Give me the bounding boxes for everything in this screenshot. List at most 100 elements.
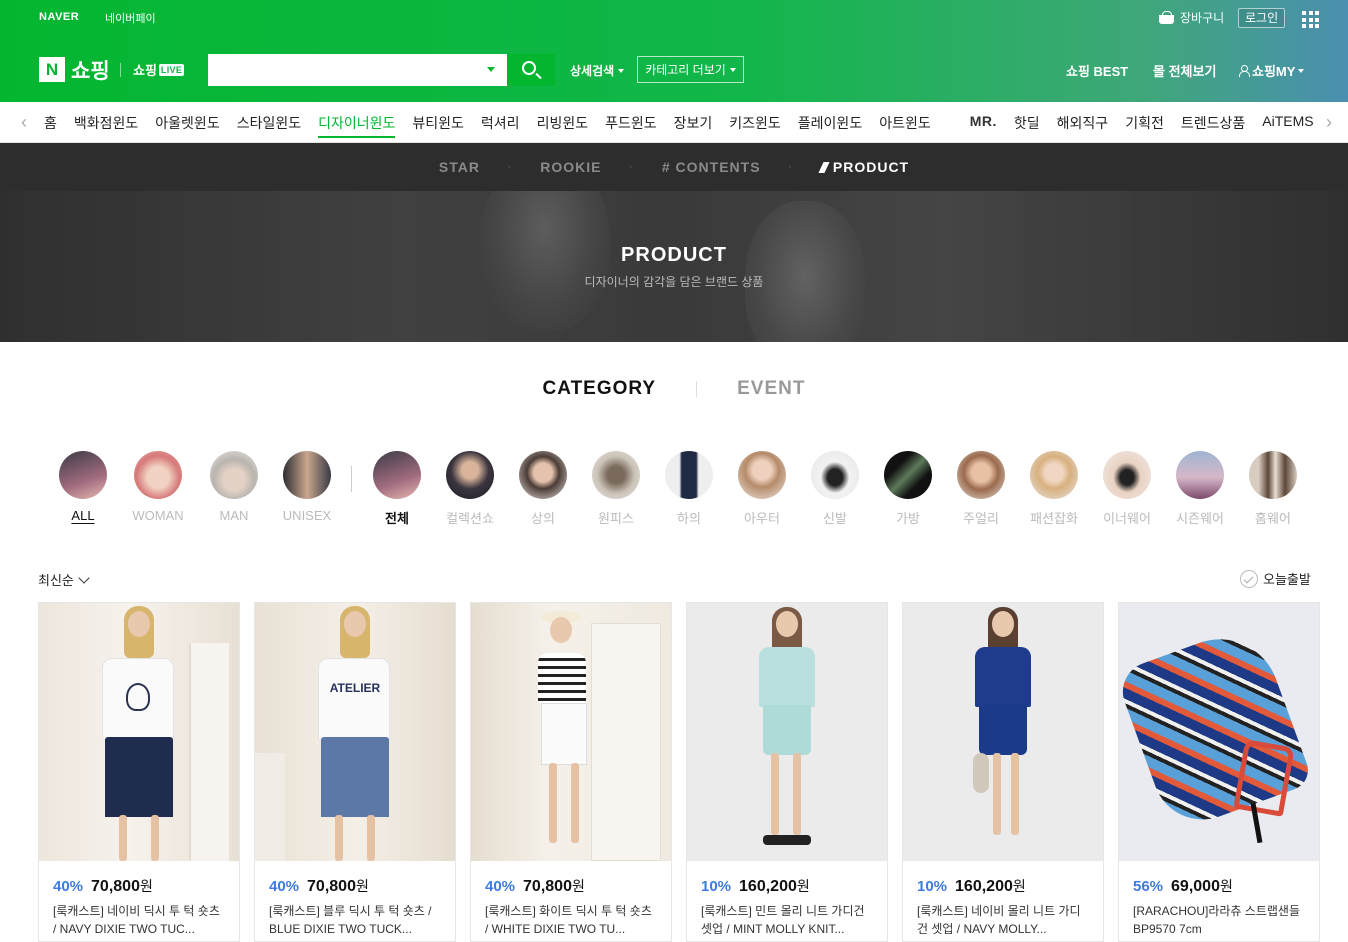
subnav-rookie[interactable]: ROOKIE [512,159,629,175]
product-card[interactable]: 40% 70,800원 [룩캐스트] 네이비 딕시 투 턱 숏츠 / NAVY … [38,602,240,942]
menu-next-icon[interactable]: › [1322,113,1336,131]
menu-item-promotion[interactable]: 기획전 [1125,113,1164,138]
category-all[interactable]: 전체 [367,451,427,527]
subnav-product-label: PRODUCT [832,159,910,175]
category-label: 전체 [385,511,409,526]
cart-link[interactable]: 장바구니 [1158,9,1224,26]
product-name[interactable]: [룩캐스트] 블루 딕시 투 턱 숏츠 / BLUE DIXIE TWO TUC… [269,902,441,938]
category-label: 패션잡화 [1030,511,1078,526]
category-dresses[interactable]: 원피스 [586,451,646,527]
today-shipping-filter[interactable]: 오늘출발 [1240,569,1311,588]
product-name[interactable]: [RARACHOU]라라츄 스트랩샌들 BP9570 7cm [1133,902,1305,938]
product-price: 70,800원 [91,878,153,895]
menu-item-mr[interactable]: MR. [970,113,997,138]
menu-item-outlet[interactable]: 아울렛윈도 [155,113,219,138]
category-shoes[interactable]: 신발 [805,451,865,527]
menu-item-kids[interactable]: 키즈윈도 [729,113,781,138]
category-bags[interactable]: 가방 [878,451,938,527]
category-more-button[interactable]: 카테고리 더보기 [637,56,744,83]
category-collection-show[interactable]: 컬렉션쇼 [440,451,500,527]
menu-item-overseas[interactable]: 해외직구 [1057,113,1109,138]
product-name[interactable]: [룩캐스트] 네이비 딕시 투 턱 숏츠 / NAVY DIXIE TWO TU… [53,902,225,938]
menu-item-food[interactable]: 푸드윈도 [605,113,657,138]
sort-dropdown[interactable]: 최신순 [38,570,90,589]
product-card[interactable]: 10% 160,200원 [룩캐스트] 민트 몰리 니트 가디건 셋업 / MI… [686,602,888,942]
shopping-best-link[interactable]: 쇼핑 BEST [1066,61,1128,80]
subnav-contents[interactable]: # CONTENTS [634,159,789,175]
live-logo-text: 쇼핑 [133,63,157,78]
discount-rate: 56% [1133,878,1164,895]
category-bottoms[interactable]: 하의 [659,451,719,527]
product-card[interactable]: 10% 160,200원 [룩캐스트] 네이비 몰리 니트 가디건 셋업 / N… [902,602,1104,942]
category-homewear[interactable]: 홈웨어 [1243,451,1303,527]
category-more-label: 카테고리 더보기 [645,63,726,77]
category-outerwear[interactable]: 아우터 [732,451,792,527]
filter-unisex[interactable]: UNISEX [277,451,337,523]
menu-item-aitems[interactable]: AiTEMS [1262,113,1313,138]
category-accessories[interactable]: 패션잡화 [1024,451,1084,527]
subnav-star[interactable]: STAR [411,159,508,175]
autocomplete-toggle-icon[interactable] [487,67,495,72]
product-name[interactable]: [룩캐스트] 화이트 딕시 투 턱 숏츠 / WHITE DIXIE TWO T… [485,902,657,938]
category-label: 상의 [531,511,555,526]
product-card[interactable]: 40% 70,800원 [룩캐스트] 화이트 딕시 투 턱 숏츠 / WHITE… [470,602,672,942]
shopping-live-logo[interactable]: 쇼핑 LIVE [133,60,185,79]
menu-item-play[interactable]: 플레이윈도 [798,113,862,138]
tab-event[interactable]: EVENT [737,378,805,400]
category-label: 홈웨어 [1255,511,1291,526]
filter-all[interactable]: ALL [53,451,113,523]
menu-item-style[interactable]: 스타일윈도 [237,113,301,138]
shopping-logo-text[interactable]: 쇼핑 [71,55,110,85]
tab-category[interactable]: CATEGORY [543,378,657,400]
menu-item-department[interactable]: 백화점윈도 [74,113,138,138]
product-card[interactable]: 56% 69,000원 [RARACHOU]라라츄 스트랩샌들 BP9570 7… [1118,602,1320,942]
menu-item-hotdeal[interactable]: 핫딜 [1014,113,1040,138]
product-image [1119,603,1319,861]
category-label: 주얼리 [963,511,999,526]
product-name[interactable]: [룩캐스트] 네이비 몰리 니트 가디건 셋업 / NAVY MOLLY... [917,902,1089,938]
menu-item-art[interactable]: 아트윈도 [879,113,931,138]
discount-rate: 40% [485,878,516,895]
menu-item-designer[interactable]: 디자이너윈도 [318,113,396,138]
live-badge: LIVE [158,63,185,76]
product-price: 70,800원 [523,878,585,895]
category-thumbnail [665,451,713,499]
shopping-my-link[interactable]: 쇼핑MY [1238,61,1305,80]
category-thumbnail [1103,451,1151,499]
product-price: 160,200원 [955,878,1026,895]
category-tops[interactable]: 상의 [513,451,573,527]
menu-prev-icon[interactable]: ‹ [17,113,31,131]
mall-all-link[interactable]: 몰 전체보기 [1153,61,1216,80]
product-card[interactable]: ATELIER 40% 70,800원 [룩캐스트] 블루 딕시 투 턱 숏츠 … [254,602,456,942]
sort-label: 최신순 [38,573,74,588]
n-logo[interactable]: N [39,57,65,82]
filter-woman[interactable]: WOMAN [128,451,188,523]
cart-icon [1158,10,1175,25]
discount-rate: 10% [701,878,732,895]
filter-thumbnail [210,451,258,499]
advanced-search-button[interactable]: 상세검색 [570,62,625,79]
menu-item-grocery[interactable]: 장보기 [674,113,713,138]
menu-item-beauty[interactable]: 뷰티윈도 [412,113,464,138]
menu-item-trend[interactable]: 트렌드상품 [1181,113,1245,138]
product-image: ATELIER [255,603,455,861]
product-name[interactable]: [룩캐스트] 민트 몰리 니트 가디건 셋업 / MINT MOLLY KNIT… [701,902,873,938]
shopping-my-label: 쇼핑MY [1252,64,1296,79]
category-jewelry[interactable]: 주얼리 [951,451,1011,527]
category-innerwear[interactable]: 이너웨어 [1097,451,1157,527]
filter-man[interactable]: MAN [204,451,264,523]
filter-thumbnail [59,451,107,499]
login-button[interactable]: 로그인 [1238,8,1286,28]
subnav-product[interactable]: PRODUCT [793,159,937,175]
category-seasonwear[interactable]: 시즌웨어 [1170,451,1230,527]
apps-grid-icon[interactable] [1302,11,1319,28]
menu-item-luxury[interactable]: 럭셔리 [481,113,520,138]
menu-item-home[interactable]: 홈 [44,113,57,138]
search-button[interactable] [507,54,555,86]
menu-items: 홈 백화점윈도 아울렛윈도 스타일윈도 디자이너윈도 뷰티윈도 럭셔리 리빙윈도… [44,113,1320,138]
npay-link[interactable]: 네이버페이 [105,10,156,621]
menu-item-living[interactable]: 리빙윈도 [537,113,589,138]
search-input[interactable] [208,54,478,86]
npay-label: 네이버페이 [105,13,156,25]
naver-logo[interactable]: NAVER [39,11,79,23]
